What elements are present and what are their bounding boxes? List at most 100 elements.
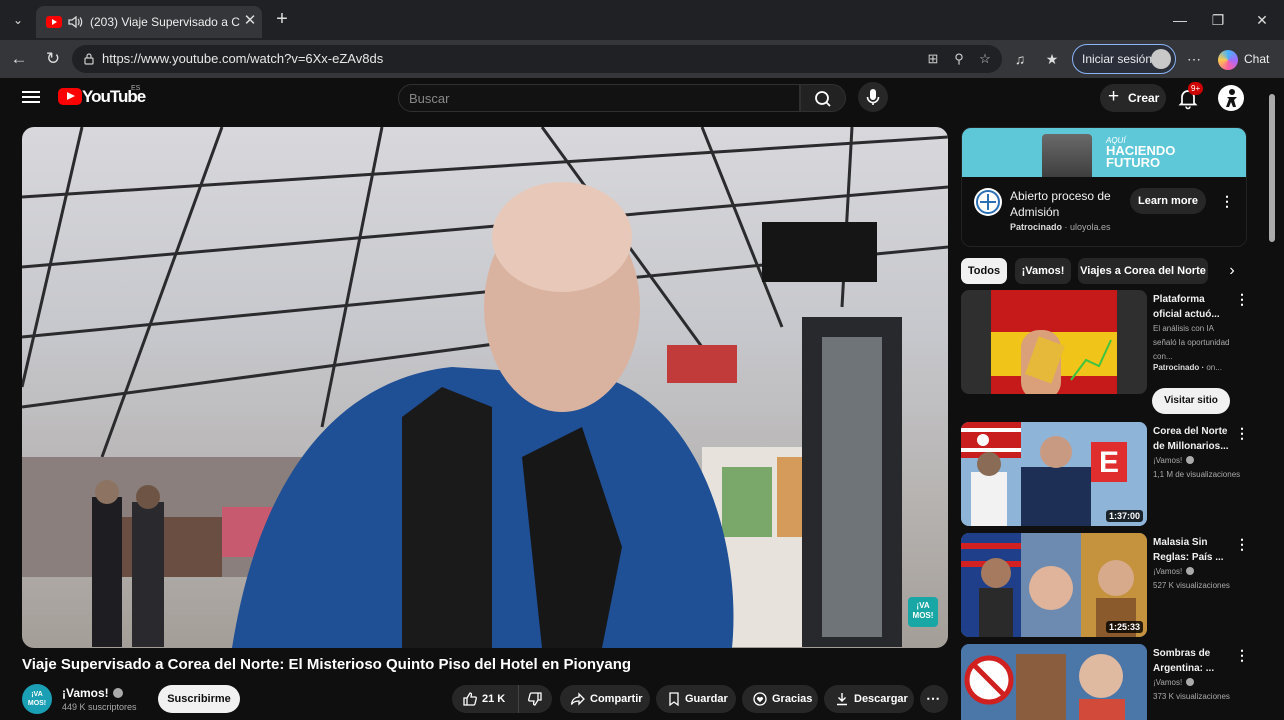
channel-watermark[interactable]: ¡VA MOS! <box>908 597 938 627</box>
download-button[interactable]: Descargar <box>824 685 914 713</box>
watermark-text: ¡VA MOS! <box>912 601 934 620</box>
read-aloud-icon[interactable]: ♫ <box>1010 49 1030 69</box>
thanks-button[interactable]: Gracias <box>742 685 818 713</box>
favorites-icon[interactable]: ★ <box>1042 49 1062 69</box>
ad-banner[interactable]: AQUÍ HACIENDO FUTURO <box>962 128 1246 177</box>
recommendation-meta: 373 K visualizaciones <box>1153 692 1230 701</box>
download-label: Descargar <box>854 693 908 705</box>
recommendation-channel[interactable]: ¡Vamos! <box>1153 566 1248 578</box>
channel-avatar[interactable]: ¡VA MOS! <box>22 684 52 714</box>
ad-sponsored-label: Patrocinado <box>1010 222 1063 232</box>
scrollbar-thumb[interactable] <box>1269 94 1275 242</box>
recommendation-item[interactable]: Plataforma oficial actuó... El análisis … <box>961 290 1251 420</box>
dislike-button[interactable] <box>518 685 552 713</box>
plus-icon: + <box>1108 86 1120 107</box>
country-code: ES <box>131 85 141 92</box>
youtube-logo-icon[interactable] <box>58 88 82 105</box>
recommendation-item[interactable]: E 1:37:00 Corea del Norte de Millonarios… <box>961 422 1251 526</box>
chip-vamos[interactable]: ¡Vamos! <box>1015 258 1071 284</box>
subscriber-count: 449 K suscriptores <box>62 702 137 712</box>
recommendation-more-icon[interactable]: ⋮ <box>1235 424 1249 442</box>
zoom-icon[interactable]: ⚲ <box>950 50 968 68</box>
video-thumbnail[interactable]: 1:25:33 <box>961 533 1147 637</box>
sidebar-ad[interactable]: AQUÍ HACIENDO FUTURO Abierto proceso de … <box>961 127 1247 247</box>
search-box[interactable] <box>398 84 800 112</box>
youtube-favicon-icon <box>46 16 62 28</box>
recommendation-item[interactable]: Sombras de Argentina: ... ¡Vamos! 373 K … <box>961 644 1251 720</box>
save-label: Guardar <box>685 693 728 705</box>
notifications-button[interactable]: 9+ <box>1176 82 1204 110</box>
tab-list-chevron-icon[interactable]: ⌄ <box>8 10 28 30</box>
recommendation-title[interactable]: Malasia Sin Reglas: País ... <box>1153 535 1233 565</box>
account-avatar-icon <box>1226 89 1237 107</box>
search-input[interactable] <box>409 90 789 106</box>
learn-more-button[interactable]: Learn more <box>1130 188 1206 214</box>
like-dislike-group: 21 K <box>452 685 552 713</box>
video-thumbnail[interactable]: E 1:37:00 <box>961 422 1147 526</box>
signin-button[interactable]: Iniciar sesión <box>1072 44 1176 74</box>
video-title: Viaje Supervisado a Corea del Norte: El … <box>22 656 632 673</box>
recommendation-more-icon[interactable]: ⋮ <box>1235 646 1249 664</box>
ad-more-icon[interactable]: ⋮ <box>1220 192 1234 210</box>
video-thumbnail[interactable] <box>961 290 1147 394</box>
menu-icon[interactable] <box>22 88 40 106</box>
channel-name[interactable]: ¡Vamos! <box>62 686 123 700</box>
minimize-icon[interactable]: — <box>1170 10 1190 30</box>
video-player[interactable]: ¡VA MOS! <box>22 127 948 648</box>
ad-banner-big: HACIENDO FUTURO <box>1106 143 1176 170</box>
chevron-right-icon[interactable]: › <box>1221 260 1243 282</box>
back-icon[interactable]: ← <box>8 48 30 70</box>
address-bar[interactable]: https://www.youtube.com/watch?v=6Xx-eZAv… <box>72 45 1002 73</box>
url-text: https://www.youtube.com/watch?v=6Xx-eZAv… <box>102 51 384 66</box>
download-icon <box>837 693 847 706</box>
voice-search-button[interactable] <box>858 82 888 112</box>
save-button[interactable]: Guardar <box>656 685 736 713</box>
ad-sponsor-line: Patrocinado · uloyola.es <box>1010 222 1111 232</box>
video-frame-scene <box>22 127 948 648</box>
ad-logo-icon <box>974 188 1002 216</box>
recommendation-channel[interactable]: ¡Vamos! <box>1153 455 1248 467</box>
recommendation-title[interactable]: Corea del Norte de Millonarios... <box>1153 424 1233 454</box>
recommendation-item[interactable]: 1:25:33 Malasia Sin Reglas: País ... ¡Va… <box>961 533 1251 637</box>
recommendation-more-icon[interactable]: ⋮ <box>1235 535 1249 553</box>
video-thumbnail[interactable] <box>961 644 1147 720</box>
more-actions-button[interactable]: ⋯ <box>920 685 948 713</box>
recommendation-meta: on... <box>1206 363 1222 372</box>
youtube-header: YouTube ES + Crear 9+ <box>0 78 1284 120</box>
recommendation-title[interactable]: Sombras de Argentina: ... <box>1153 646 1233 676</box>
more-icon[interactable]: ⋯ <box>1184 49 1204 69</box>
install-app-icon[interactable]: ⊞ <box>924 50 942 68</box>
window-close-icon[interactable]: ✕ <box>1252 10 1272 30</box>
share-icon <box>570 692 585 706</box>
thumbnail-image <box>961 644 1147 720</box>
video-duration: 1:37:00 <box>1105 510 1143 522</box>
account-avatar[interactable] <box>1218 85 1244 111</box>
site-info-icon[interactable] <box>82 52 96 66</box>
visit-site-button[interactable]: Visitar sitio <box>1152 388 1230 414</box>
chat-label: Chat <box>1244 52 1270 66</box>
maximize-icon[interactable]: ❐ <box>1208 10 1228 30</box>
recommendation-title[interactable]: Plataforma oficial actuó... <box>1153 292 1233 322</box>
copilot-chat-button[interactable]: Chat <box>1214 44 1278 74</box>
bookmark-icon <box>669 692 679 707</box>
verified-icon <box>1186 456 1195 464</box>
ad-banner-image <box>1042 134 1092 177</box>
recommendation-more-icon[interactable]: ⋮ <box>1235 290 1249 308</box>
speaker-icon[interactable] <box>66 13 84 31</box>
video-duration: 1:25:33 <box>1105 621 1143 633</box>
new-tab-icon[interactable]: + <box>272 9 292 29</box>
favorite-star-icon[interactable]: ☆ <box>976 50 994 68</box>
create-button[interactable]: + Crear <box>1100 84 1166 112</box>
recommendation-channel[interactable]: ¡Vamos! <box>1153 677 1248 689</box>
signin-label: Iniciar sesión <box>1082 52 1153 66</box>
browser-tab[interactable]: (203) Viaje Supervisado a Corea del Nort… <box>36 6 262 38</box>
share-button[interactable]: Compartir <box>560 685 650 713</box>
chip-corea[interactable]: Viajes a Corea del Norte <box>1078 258 1208 284</box>
like-button[interactable]: 21 K <box>452 685 516 713</box>
chip-todos[interactable]: Todos <box>961 258 1007 284</box>
reload-icon[interactable]: ↻ <box>42 48 64 70</box>
search-button[interactable] <box>800 84 846 112</box>
subscribe-button[interactable]: Suscribirme <box>158 685 240 713</box>
tab-close-icon[interactable]: ✕ <box>240 11 260 31</box>
page-scrollbar[interactable] <box>1268 86 1276 720</box>
